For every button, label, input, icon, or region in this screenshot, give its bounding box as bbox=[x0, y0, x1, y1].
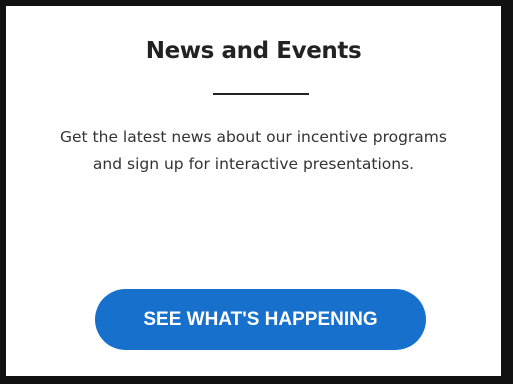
see-whats-happening-button[interactable]: SEE WHAT'S HAPPENING bbox=[95, 289, 426, 350]
card-title: News and Events bbox=[145, 38, 362, 64]
card-description: Get the latest news about our incentive … bbox=[60, 128, 447, 173]
news-events-card: News and Events Get the latest news abou… bbox=[0, 0, 513, 384]
title-divider bbox=[213, 93, 309, 95]
